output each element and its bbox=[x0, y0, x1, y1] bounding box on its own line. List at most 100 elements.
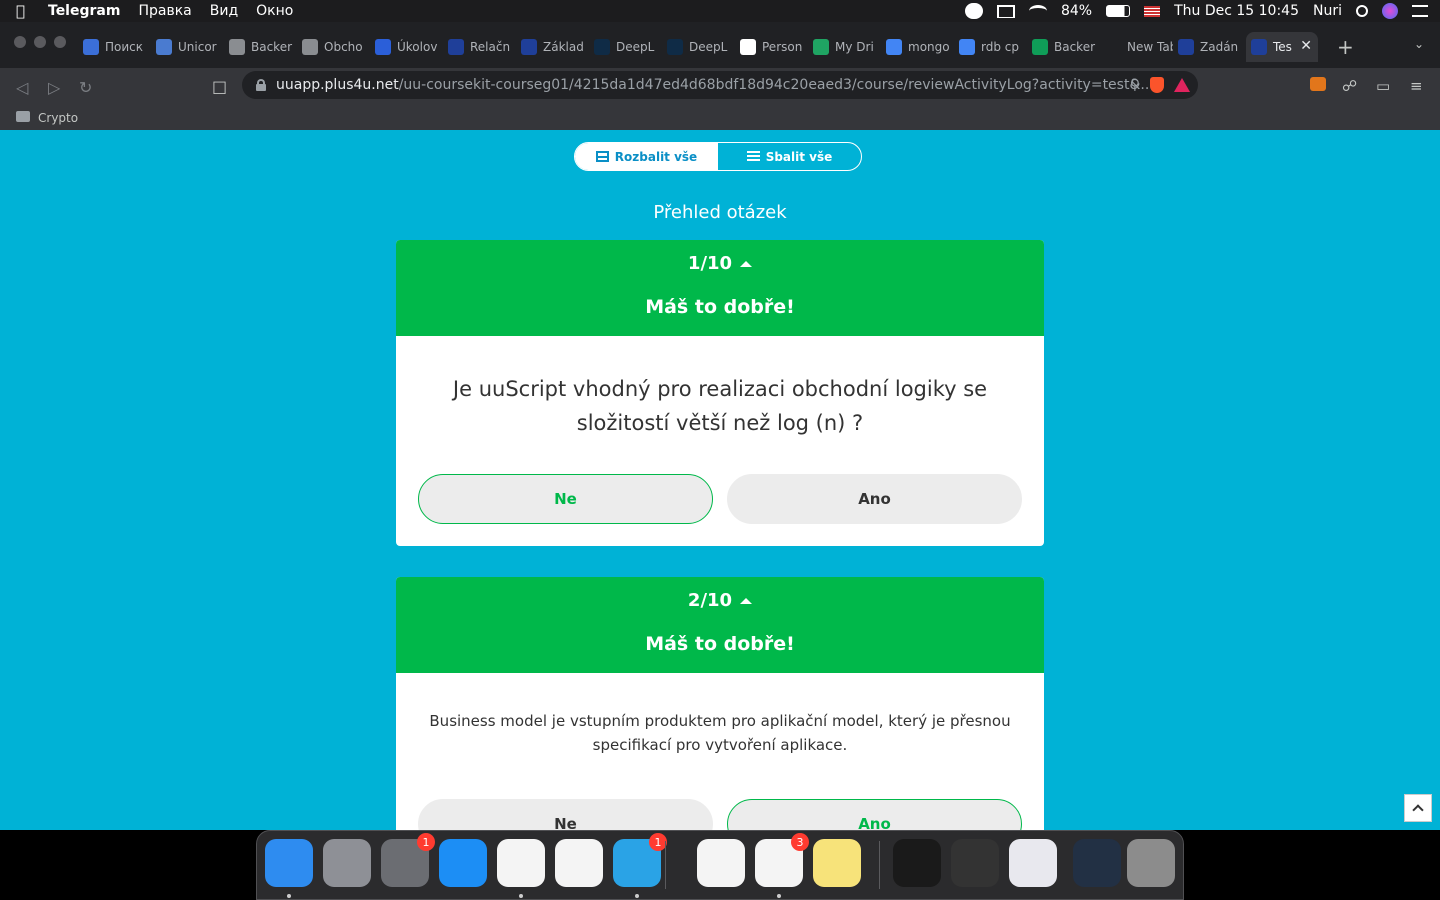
dock-notes-icon[interactable] bbox=[813, 839, 861, 887]
answer-no-button[interactable]: Ne bbox=[418, 799, 713, 830]
apple-menu-icon[interactable]:  bbox=[16, 2, 42, 20]
question-header[interactable]: 2/10 Máš to dobře! bbox=[396, 577, 1044, 673]
browser-tab[interactable]: Person bbox=[735, 32, 808, 62]
dock-visual-studio-code-icon[interactable] bbox=[555, 839, 603, 887]
folder-icon bbox=[16, 111, 30, 122]
creative-cloud-icon[interactable] bbox=[964, 3, 983, 19]
dock-microsoft-store-icon[interactable]: 3 bbox=[755, 833, 809, 887]
address-bar[interactable]: uuapp.plus4u.net /uu-coursekit-courseg01… bbox=[242, 71, 1198, 99]
browser-tab[interactable]: Backer bbox=[224, 32, 297, 62]
dock-app-store-icon[interactable] bbox=[439, 839, 487, 887]
siri-icon[interactable] bbox=[1382, 3, 1398, 19]
tab-favicon-icon bbox=[667, 39, 683, 55]
browser-tab[interactable]: DeepL bbox=[662, 32, 735, 62]
browser-tab[interactable]: Поиск bbox=[78, 32, 151, 62]
tab-label: Základ bbox=[543, 40, 584, 54]
tab-label: Поиск bbox=[105, 40, 144, 54]
tab-favicon-icon bbox=[302, 39, 318, 55]
dock-brave-icon[interactable] bbox=[497, 839, 545, 887]
metamask-icon[interactable] bbox=[1310, 77, 1326, 95]
brave-shields-icon[interactable] bbox=[1150, 77, 1164, 93]
minimize-window-button[interactable] bbox=[34, 36, 46, 48]
browser-tab[interactable]: mongo bbox=[881, 32, 954, 62]
dock-trash-icon[interactable] bbox=[1127, 839, 1175, 887]
tab-label: Úkolov bbox=[397, 40, 438, 54]
battery-icon[interactable] bbox=[1106, 5, 1131, 17]
scroll-to-top-button[interactable] bbox=[1404, 794, 1432, 822]
new-tab-button[interactable]: + bbox=[1337, 35, 1354, 59]
dock-window-3-icon[interactable] bbox=[1009, 839, 1057, 887]
expand-all-button[interactable]: Rozbalit vše bbox=[575, 143, 718, 170]
answer-no-button[interactable]: Ne bbox=[418, 474, 713, 524]
extensions-icon[interactable]: ☍ bbox=[1342, 77, 1357, 95]
browser-tab[interactable]: Relačn bbox=[443, 32, 516, 62]
forward-icon[interactable]: ▷ bbox=[48, 78, 60, 97]
menu-view[interactable]: Вид bbox=[210, 3, 238, 19]
tab-label: Obcho bbox=[324, 40, 363, 54]
spotlight-search-icon[interactable] bbox=[1356, 5, 1368, 17]
browser-tab[interactable]: New Tab bbox=[1100, 32, 1173, 62]
control-center-icon[interactable] bbox=[1412, 5, 1428, 17]
browser-tab[interactable]: rdb cp bbox=[954, 32, 1027, 62]
menu-window[interactable]: Окно bbox=[256, 3, 293, 19]
section-title: Přehled otázek bbox=[653, 202, 787, 223]
menu-edit[interactable]: Правка bbox=[138, 3, 191, 19]
browser-tab[interactable]: Úkolov bbox=[370, 32, 443, 62]
dock-window-1-icon[interactable] bbox=[893, 839, 941, 887]
collapse-all-button[interactable]: Sbalit vše bbox=[718, 143, 861, 170]
tab-favicon-icon bbox=[594, 39, 610, 55]
menu-app-name[interactable]: Telegram bbox=[48, 3, 120, 19]
tab-label: Backer bbox=[1054, 40, 1096, 54]
expand-collapse-toggle: Rozbalit vše Sbalit vše bbox=[574, 142, 862, 171]
collapse-caret-icon[interactable] bbox=[740, 597, 753, 604]
close-window-button[interactable] bbox=[14, 36, 26, 48]
wallet-icon[interactable]: ▭ bbox=[1376, 77, 1390, 95]
zoom-icon[interactable]: ⚲ bbox=[1130, 77, 1140, 93]
question-counter: 1/10 bbox=[687, 253, 733, 274]
dock-window-4-icon[interactable] bbox=[1073, 839, 1121, 887]
question-text: Business model je vstupním produktem pro… bbox=[429, 712, 1011, 754]
bookmark-icon[interactable]: □ bbox=[212, 77, 227, 96]
dock: 1 1 3 bbox=[256, 830, 1184, 900]
lock-icon[interactable] bbox=[256, 79, 266, 91]
dock-launchpad-icon[interactable] bbox=[323, 839, 371, 887]
tab-favicon-icon bbox=[83, 39, 99, 55]
collapse-caret-icon[interactable] bbox=[740, 260, 753, 267]
close-tab-icon[interactable]: ✕ bbox=[1300, 38, 1312, 54]
browser-tab[interactable]: My Dri bbox=[808, 32, 881, 62]
browser-tab[interactable]: Tes ✕ bbox=[1246, 32, 1318, 62]
browser-tab[interactable]: DeepL bbox=[589, 32, 662, 62]
reload-icon[interactable]: ↻ bbox=[79, 78, 92, 97]
collapse-all-label: Sbalit vše bbox=[765, 149, 833, 164]
window-controls bbox=[14, 36, 66, 48]
browser-menu-icon[interactable]: ≡ bbox=[1410, 77, 1423, 95]
browser-tab[interactable]: Unicor bbox=[151, 32, 224, 62]
browser-tab[interactable]: Obcho bbox=[297, 32, 370, 62]
tab-label: mongo bbox=[908, 40, 950, 54]
dock-finder-icon[interactable] bbox=[265, 839, 313, 887]
bookmark-folder-crypto[interactable]: Crypto bbox=[38, 111, 78, 125]
clock[interactable]: Thu Dec 15 10:45 bbox=[1174, 3, 1299, 19]
expand-all-label: Rozbalit vše bbox=[614, 149, 698, 164]
user-name[interactable]: Nuri bbox=[1313, 3, 1342, 19]
dock-microsoft-teams-icon[interactable] bbox=[697, 839, 745, 887]
dock-telegram-icon[interactable]: 1 bbox=[613, 833, 667, 887]
browser-tab[interactable]: Základ bbox=[516, 32, 589, 62]
us-flag-icon[interactable] bbox=[1144, 5, 1161, 17]
question-card: 1/10 Máš to dobře! Je uuScript vhodný pr… bbox=[396, 240, 1044, 546]
airplay-icon[interactable] bbox=[996, 4, 1015, 18]
browser-tab[interactable]: Backer bbox=[1027, 32, 1100, 62]
browser-window: Поиск Unicor Backer Obcho Úkolov Relačn Základ… bbox=[0, 22, 1440, 130]
tab-search-icon[interactable]: ⌄ bbox=[1414, 37, 1424, 51]
dock-window-2-icon[interactable] bbox=[951, 839, 999, 887]
brave-rewards-icon[interactable] bbox=[1174, 78, 1190, 92]
answer-yes-button[interactable]: Ano bbox=[727, 474, 1022, 524]
answer-yes-button[interactable]: Ano bbox=[727, 799, 1022, 830]
wifi-icon[interactable] bbox=[1028, 5, 1047, 17]
zoom-window-button[interactable] bbox=[54, 36, 66, 48]
verdict-label: Máš to dobře! bbox=[645, 296, 795, 318]
back-icon[interactable]: ◁ bbox=[16, 78, 28, 97]
browser-tab[interactable]: Zadán bbox=[1173, 32, 1246, 62]
dock-system-preferences-icon[interactable]: 1 bbox=[381, 833, 435, 887]
question-header[interactable]: 1/10 Máš to dobře! bbox=[396, 240, 1044, 336]
